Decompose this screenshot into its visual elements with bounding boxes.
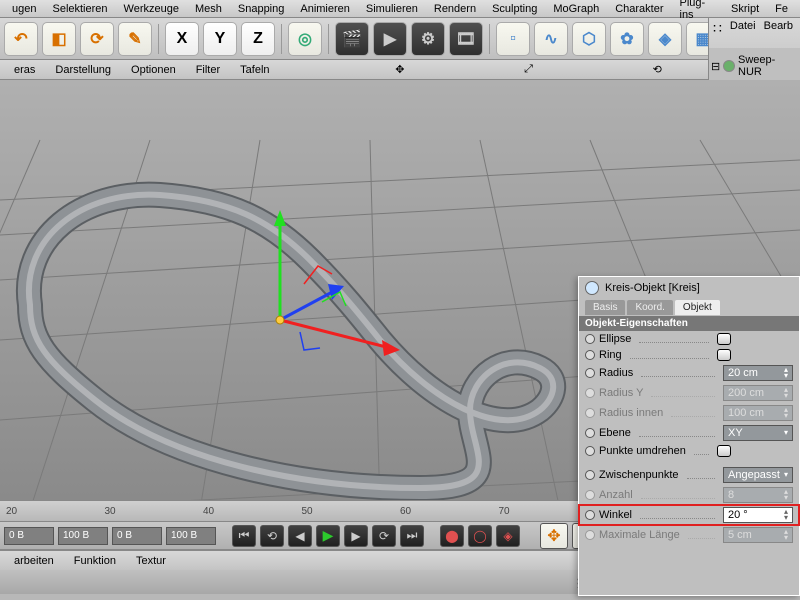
menu-item[interactable]: Fe — [767, 3, 796, 15]
step-back-button[interactable]: ⟲ — [260, 525, 284, 547]
prop-ebene[interactable]: EbeneXY▾ — [579, 423, 799, 443]
menu-item[interactable]: Selektieren — [44, 3, 115, 15]
primitive-cube-icon[interactable]: ▫ — [496, 22, 530, 56]
hier-item-sweep[interactable]: ⊟Sweep-NUR — [711, 52, 798, 80]
prop-zwischenpunkte[interactable]: ZwischenpunkteAngepasst▾ — [579, 465, 799, 485]
winkel-field[interactable]: 20 °▴▾ — [723, 507, 793, 523]
play-button[interactable]: ▶ — [316, 525, 340, 547]
axis-z-button[interactable]: Z — [241, 22, 275, 56]
main-menu-bar: ugen Selektieren Werkzeuge Mesh Snapping… — [0, 0, 800, 18]
tool-brush-icon[interactable]: ✎ — [118, 22, 152, 56]
menu-item[interactable]: ugen — [4, 3, 44, 15]
menu-item[interactable]: Simulieren — [358, 3, 426, 15]
autokey-button[interactable]: ◯ — [468, 525, 492, 547]
clapper-settings-icon[interactable]: ⚙ — [411, 22, 445, 56]
tool-cube-icon[interactable]: ◧ — [42, 22, 76, 56]
main-toolbar: ↶ ◧ ⟳ ✎ X Y Z ◎ 🎬 ▶ ⚙ 🎞 ▫ ∿ ⬡ ✿ ◈ ▦ 👀 💡 — [0, 18, 800, 60]
prop-radius[interactable]: Radius20 cm▴▾ — [579, 363, 799, 383]
tick: 20 — [6, 506, 105, 517]
prop-ellipse[interactable]: Ellipse — [579, 331, 799, 347]
separator — [489, 24, 490, 54]
prop-ring[interactable]: Ring — [579, 347, 799, 363]
primitive-spline-icon[interactable]: ∿ — [534, 22, 568, 56]
menu-item[interactable]: Rendern — [426, 3, 484, 15]
axis-x-button[interactable]: X — [165, 22, 199, 56]
section-header: Objekt-Eigenschaften — [579, 316, 799, 331]
tab-koord[interactable]: Koord. — [627, 300, 672, 315]
next-frame-button[interactable]: ▶ — [344, 525, 368, 547]
view-menu-item[interactable]: eras — [4, 64, 45, 76]
frame-total-field[interactable]: 100 B — [166, 527, 216, 545]
bottom-tab[interactable]: Funktion — [64, 555, 126, 567]
attribute-title: Kreis-Objekt [Kreis] — [605, 282, 700, 294]
menu-item[interactable]: MoGraph — [545, 3, 607, 15]
menu-item[interactable]: Skript — [723, 3, 767, 15]
menu-item[interactable]: Snapping — [230, 3, 293, 15]
prop-anzahl: Anzahl8▴▾ — [579, 485, 799, 505]
prop-radius-innen: Radius innen100 cm▴▾ — [579, 403, 799, 423]
ring-checkbox[interactable] — [717, 349, 731, 361]
ellipse-checkbox[interactable] — [717, 333, 731, 345]
right-menu-item[interactable]: Datei — [730, 20, 756, 37]
move-tool-button[interactable]: ✥ — [540, 523, 568, 549]
menu-item[interactable]: Sculpting — [484, 3, 545, 15]
ebene-field[interactable]: XY▾ — [723, 425, 793, 441]
view-menu-item[interactable]: Filter — [186, 64, 230, 76]
separator — [158, 24, 159, 54]
tab-objekt[interactable]: Objekt — [675, 300, 720, 315]
attribute-panel: Kreis-Objekt [Kreis] Basis Koord. Objekt… — [578, 276, 800, 596]
punkte-checkbox[interactable] — [717, 445, 731, 457]
primitive-flower-icon[interactable]: ✿ — [610, 22, 644, 56]
view-menu-item[interactable]: Darstellung — [45, 64, 121, 76]
view-zoom-icon[interactable]: ⤢ — [520, 63, 537, 76]
tool-globe-icon[interactable]: ◎ — [288, 22, 322, 56]
record-button[interactable]: ⬤ — [440, 525, 464, 547]
tick: 60 — [400, 506, 499, 517]
prop-max-laenge: Maximale Länge5 cm▴▾ — [579, 525, 799, 545]
tool-rotate-icon[interactable]: ⟳ — [80, 22, 114, 56]
tab-basis[interactable]: Basis — [585, 300, 625, 315]
frame-end-field[interactable]: 100 B — [58, 527, 108, 545]
prop-winkel[interactable]: Winkel20 °▴▾ — [579, 505, 799, 525]
tool-undo-icon[interactable]: ↶ — [4, 22, 38, 56]
attribute-header: Kreis-Objekt [Kreis] — [579, 277, 799, 299]
frame-start-field[interactable]: 0 B — [4, 527, 54, 545]
object-type-icon — [585, 281, 599, 295]
separator — [328, 24, 329, 54]
menu-item[interactable]: Mesh — [187, 3, 230, 15]
tick: 30 — [105, 506, 204, 517]
clapper-icon[interactable]: 🎬 — [335, 22, 369, 56]
primitive-generator-icon[interactable]: ⬡ — [572, 22, 606, 56]
view-menu-item[interactable]: Tafeln — [230, 64, 279, 76]
bottom-tab[interactable]: arbeiten — [4, 555, 64, 567]
tick: 50 — [302, 506, 401, 517]
prop-radius-y: Radius Y200 cm▴▾ — [579, 383, 799, 403]
goto-start-button[interactable]: ⏮ — [232, 525, 256, 547]
clapper-play-icon[interactable]: ▶ — [373, 22, 407, 56]
prop-punkte-umdrehen[interactable]: Punkte umdrehen — [579, 443, 799, 459]
prev-frame-button[interactable]: ◀ — [288, 525, 312, 547]
radius-field[interactable]: 20 cm▴▾ — [723, 365, 793, 381]
tick: 40 — [203, 506, 302, 517]
view-menu-item[interactable]: Optionen — [121, 64, 186, 76]
menu-item[interactable]: Animieren — [292, 3, 358, 15]
view-nav-icon[interactable]: ✥ — [391, 63, 408, 76]
axis-y-button[interactable]: Y — [203, 22, 237, 56]
view-rotate-icon[interactable]: ⟲ — [649, 63, 666, 76]
right-menu-item[interactable]: Bearb — [764, 20, 793, 37]
mouse-cursor-icon: ➤↯ — [398, 498, 419, 500]
sweep-icon — [723, 60, 735, 72]
keyframe-button[interactable]: ◈ — [496, 525, 520, 547]
menu-item[interactable]: Charakter — [607, 3, 671, 15]
step-fwd-button[interactable]: ⟳ — [372, 525, 396, 547]
separator — [281, 24, 282, 54]
zwischen-field[interactable]: Angepasst▾ — [723, 467, 793, 483]
frame-current-field[interactable]: 0 B — [112, 527, 162, 545]
bottom-tab[interactable]: Textur — [126, 555, 176, 567]
primitive-deformer-icon[interactable]: ◈ — [648, 22, 682, 56]
menu-item[interactable]: Werkzeuge — [116, 3, 187, 15]
goto-end-button[interactable]: ⏭ — [400, 525, 424, 547]
film-icon[interactable]: 🎞 — [449, 22, 483, 56]
viewport-menu-bar: eras Darstellung Optionen Filter Tafeln … — [0, 60, 800, 80]
